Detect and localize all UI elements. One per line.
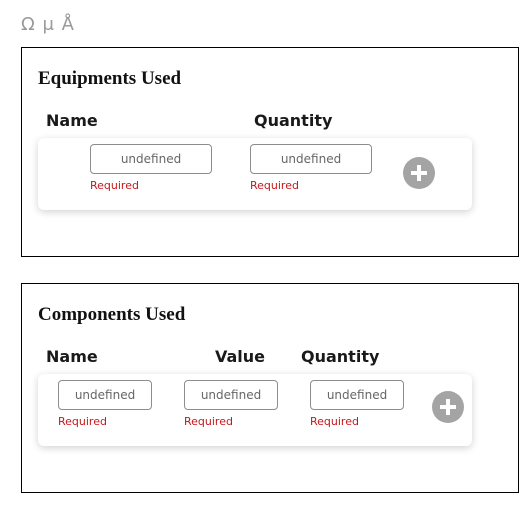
plus-circle-icon — [409, 163, 429, 183]
equipment-quantity-input[interactable] — [250, 144, 372, 174]
add-equipment-button[interactable] — [403, 157, 435, 189]
components-name-header: Name — [46, 347, 98, 366]
components-section: Components Used Name Value Quantity Requ… — [21, 283, 519, 493]
component-quantity-field: Required — [310, 380, 404, 428]
special-symbols: Ω μ Å — [21, 14, 75, 35]
equipment-name-error: Required — [90, 179, 139, 192]
equipments-quantity-header: Quantity — [254, 111, 333, 130]
equipment-name-field: Required — [90, 144, 212, 192]
add-component-button[interactable] — [432, 391, 464, 423]
components-quantity-header: Quantity — [301, 347, 380, 366]
equipment-quantity-field: Required — [250, 144, 372, 192]
equipment-name-input[interactable] — [90, 144, 212, 174]
components-title: Components Used — [38, 304, 186, 325]
equipment-quantity-error: Required — [250, 179, 299, 192]
equipments-name-header: Name — [46, 111, 98, 130]
component-value-input[interactable] — [184, 380, 278, 410]
components-value-header: Value — [215, 347, 266, 366]
component-name-input[interactable] — [58, 380, 152, 410]
component-name-error: Required — [58, 415, 107, 428]
equipments-title: Equipments Used — [38, 68, 182, 89]
component-quantity-input[interactable] — [310, 380, 404, 410]
equipments-section: Equipments Used Name Quantity Required R… — [21, 47, 519, 257]
equipments-row-card: Required Required — [38, 138, 472, 210]
component-quantity-error: Required — [310, 415, 359, 428]
component-value-error: Required — [184, 415, 233, 428]
components-row-card: Required Required Required — [38, 374, 472, 446]
plus-circle-icon — [438, 397, 458, 417]
component-name-field: Required — [58, 380, 152, 428]
component-value-field: Required — [184, 380, 278, 428]
